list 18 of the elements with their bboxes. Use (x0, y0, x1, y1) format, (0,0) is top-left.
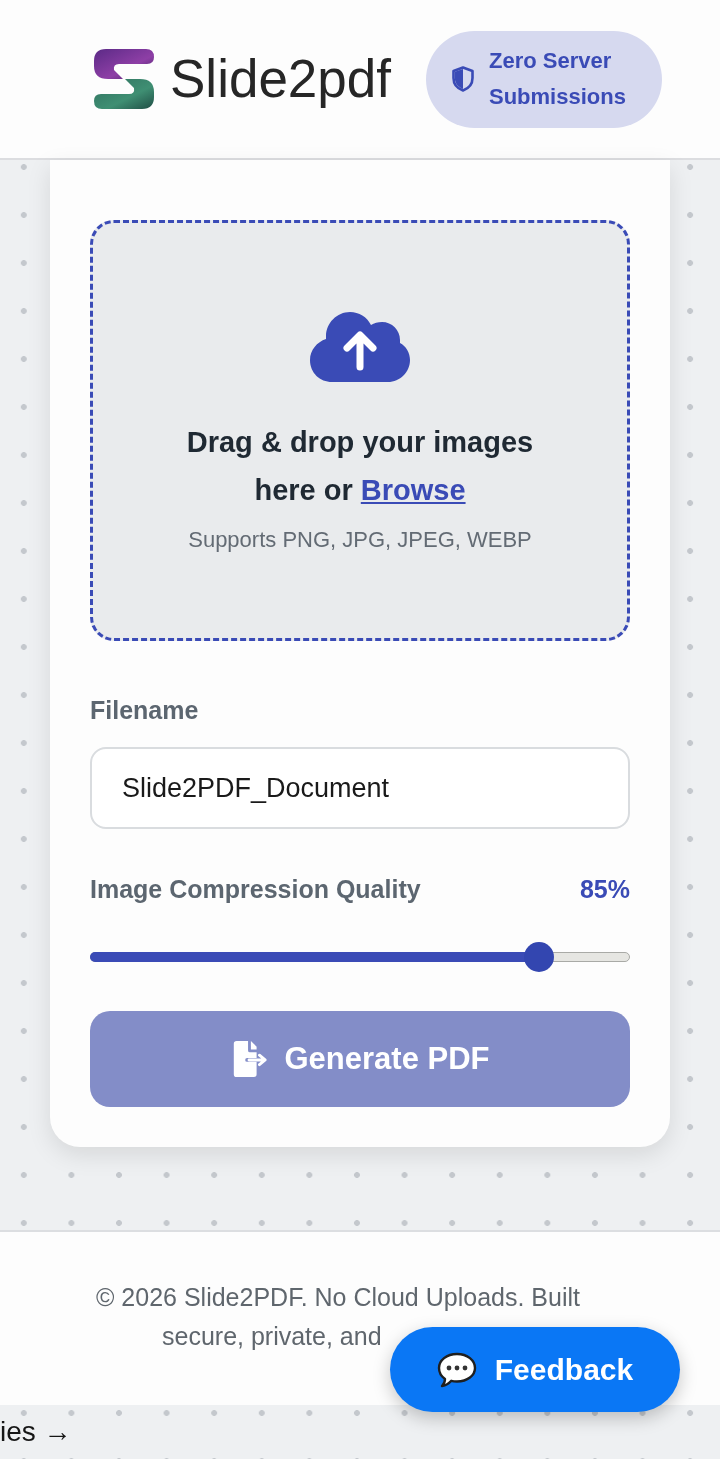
quality-value: 85% (579, 874, 630, 904)
quality-label: Image Compression Quality (90, 874, 421, 904)
shield-icon (451, 66, 475, 92)
quality-slider-track[interactable] (90, 942, 630, 972)
upload-prompt: Drag & drop your images here or Browse (185, 425, 535, 508)
filename-input[interactable]: Slide2PDF_Document (90, 747, 630, 829)
cloud-upload-icon (310, 312, 410, 382)
speech-bubble-icon (436, 1351, 477, 1388)
brand-title: Slide2pdf (170, 49, 391, 109)
upload-dropzone[interactable]: Drag & drop your images here or Browse Supports PNG, JPG, JPEG, WEBP (90, 220, 630, 641)
bottom-link[interactable]: ies → (0, 1414, 72, 1450)
browse-link[interactable]: Browse (360, 474, 466, 506)
s-logo-icon (92, 47, 156, 111)
supported-formats-text: Supports PNG, JPG, JPEG, WEBP (188, 526, 532, 554)
slider-thumb[interactable] (523, 942, 554, 972)
feedback-button[interactable]: Feedback (390, 1327, 680, 1412)
filename-label: Filename (90, 695, 199, 725)
badge-text: Zero Server Submissions (489, 47, 627, 111)
